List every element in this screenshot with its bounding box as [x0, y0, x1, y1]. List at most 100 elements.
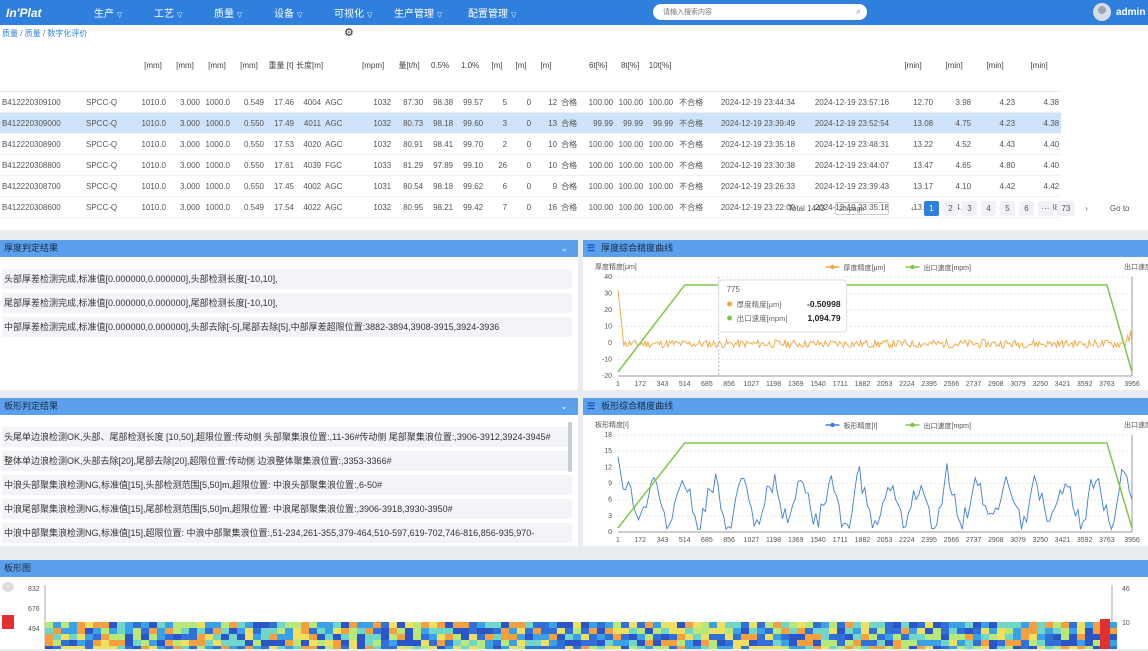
nav-config-mgmt[interactable]: 配置管理 ▽	[468, 5, 528, 20]
panel-header[interactable]: 板形判定结果 ⌄	[0, 398, 578, 415]
nav-quality[interactable]: 质量 ▽	[214, 5, 274, 20]
column-header[interactable]: [min]	[935, 39, 974, 92]
column-header[interactable]: [mm]	[202, 39, 232, 92]
search-icon[interactable]: ⌕	[856, 6, 861, 17]
page-3[interactable]: 3	[961, 201, 977, 216]
table-row[interactable]: B412220308800 SPCC-Q 1010.0 3.000 1000.0 0.55…	[0, 154, 1062, 176]
top-bar: In'Plat 生产 ▽ 工艺 ▽ 质量 ▽ 设备 ▽ 可视化 ▽ 生产管理 ▽ 配置管理 ▽…	[0, 0, 1148, 25]
heatmap-cell	[1013, 622, 1021, 628]
result-line: 中浪中部聚集浪检测NG,标准值[15],超限位置: 中浪中部聚集浪位置:,51-…	[2, 523, 572, 543]
heatmap-cell	[501, 640, 509, 646]
heatmap-cell	[469, 634, 477, 640]
column-header[interactable]	[84, 39, 138, 92]
column-header[interactable]: [min]	[891, 39, 936, 92]
table-cell: B412220308900	[0, 133, 84, 155]
table-row[interactable]: B412220309100 SPCC-Q 1010.0 3.000 1000.0 0.54…	[0, 91, 1062, 113]
prev-page-button[interactable]: ‹	[905, 201, 920, 216]
column-header[interactable]: [m]	[533, 39, 560, 92]
column-header[interactable]: 6t[%]	[581, 39, 616, 92]
column-header[interactable]: [min]	[1017, 39, 1062, 92]
column-header[interactable]: [mm]	[138, 39, 168, 92]
column-header[interactable]: 量[t/h]	[393, 39, 426, 92]
column-header[interactable]	[797, 39, 892, 92]
table-row[interactable]: B412220308700 SPCC-Q 1010.0 3.000 1000.0 0.55…	[0, 175, 1062, 197]
heatmap-cell	[229, 640, 237, 646]
heatmap-cell	[893, 628, 901, 634]
nav-visualization[interactable]: 可视化 ▽	[334, 5, 394, 20]
chevron-down-icon[interactable]: ⌄	[560, 398, 568, 415]
page-4[interactable]: 4	[980, 201, 996, 216]
table-cell: 1010.0	[138, 175, 168, 197]
heatmap-cell	[245, 634, 253, 640]
heatmap-cell	[805, 640, 813, 646]
search-input[interactable]	[661, 7, 855, 17]
heatmap-cell	[877, 622, 885, 628]
next-page-button[interactable]: ›	[1079, 201, 1094, 216]
column-header[interactable]: 8t[%]	[615, 39, 646, 92]
nav-process[interactable]: 工艺 ▽	[154, 5, 214, 20]
column-header[interactable]: 重量 [t]	[266, 39, 296, 92]
gear-icon[interactable]: ⚙	[344, 26, 354, 39]
heatmap-cell	[1085, 634, 1093, 640]
scrollbar[interactable]	[568, 422, 572, 472]
heatmap-cell	[1045, 622, 1053, 628]
heatmap-cell	[469, 622, 477, 628]
column-header[interactable]: [mm]	[232, 39, 266, 92]
table-row[interactable]: B412220308900 SPCC-Q 1010.0 3.000 1000.0 0.55…	[0, 133, 1062, 155]
column-header[interactable]	[559, 39, 582, 92]
column-header[interactable]: [min]	[973, 39, 1018, 92]
table-cell: 0	[509, 112, 534, 134]
x-tick-label: 1540	[810, 537, 826, 544]
nav-equipment[interactable]: 设备 ▽	[274, 5, 334, 20]
more-pages[interactable]: ···	[1037, 201, 1053, 216]
heatmap-cell	[989, 628, 997, 634]
column-header[interactable]: 长度[m]	[296, 39, 324, 92]
page-73[interactable]: 73	[1056, 201, 1075, 216]
chevron-down-icon[interactable]: ⌄	[560, 240, 568, 257]
x-tick-label: 2737	[966, 381, 982, 388]
column-header[interactable]: 1.0%	[455, 39, 486, 92]
page-6[interactable]: 6	[1018, 201, 1034, 216]
column-header[interactable]	[705, 39, 798, 92]
page-2[interactable]: 2	[942, 201, 958, 216]
y-tick-label: 40	[604, 274, 612, 281]
heatmap-cell	[365, 622, 373, 628]
app-logo[interactable]: In'Plat	[0, 6, 76, 20]
y2-axis-label: 出口速度[	[1124, 420, 1148, 429]
panel-header[interactable]: 厚度判定结果 ⌄	[0, 240, 578, 257]
user-menu[interactable]: admin	[1093, 3, 1145, 21]
column-header[interactable]	[323, 39, 354, 92]
breadcrumb[interactable]: 质量 / 质量 / 数字化评价	[2, 28, 87, 39]
page-5[interactable]: 5	[999, 201, 1015, 216]
column-header[interactable]	[675, 39, 706, 92]
heatmap-cell	[749, 622, 757, 628]
column-header[interactable]: [m]	[509, 39, 534, 92]
heatmap-cell	[901, 628, 909, 634]
thickness-chart[interactable]: 40 30 20 10 0 -10 -20 1 172 343 514 685 856 1027 1198 1…	[583, 257, 1148, 390]
table-cell: 13.17	[891, 175, 936, 197]
column-header[interactable]: 0.5%	[425, 39, 456, 92]
table-cell: 不合格	[675, 175, 706, 197]
heatmap-cell	[197, 634, 205, 640]
heatmap-cell	[125, 634, 133, 640]
heatmap-cell	[989, 634, 997, 640]
nav-production[interactable]: 生产 ▽	[94, 5, 154, 20]
column-header[interactable]	[0, 39, 84, 92]
column-header[interactable]: 10t[%]	[645, 39, 676, 92]
shape-heatmap[interactable]: 832 676 494 46 10	[0, 577, 1148, 651]
column-header[interactable]: [m]	[485, 39, 510, 92]
shape-chart[interactable]: 18 15 12 9 6 3 01 172 343 514 685 856 1027 1198 1369 15…	[583, 415, 1148, 546]
heatmap-cell	[245, 628, 253, 634]
column-header[interactable]: [mpm]	[353, 39, 394, 92]
heatmap-cell	[205, 622, 213, 628]
x-tick-label: 2053	[877, 537, 893, 544]
column-header[interactable]: [mm]	[168, 39, 202, 92]
heatmap-cell	[733, 628, 741, 634]
heatmap-cell	[429, 640, 437, 646]
table-row[interactable]: B412220309000 SPCC-Q 1010.0 3.000 1000.0 0.55…	[0, 112, 1062, 134]
heatmap-cell	[853, 640, 861, 646]
page-size-select[interactable]: 20/page	[834, 202, 889, 215]
page-1[interactable]: 1	[923, 201, 939, 216]
nav-production-mgmt[interactable]: 生产管理 ▽	[394, 5, 468, 20]
heatmap-cell	[709, 640, 717, 646]
